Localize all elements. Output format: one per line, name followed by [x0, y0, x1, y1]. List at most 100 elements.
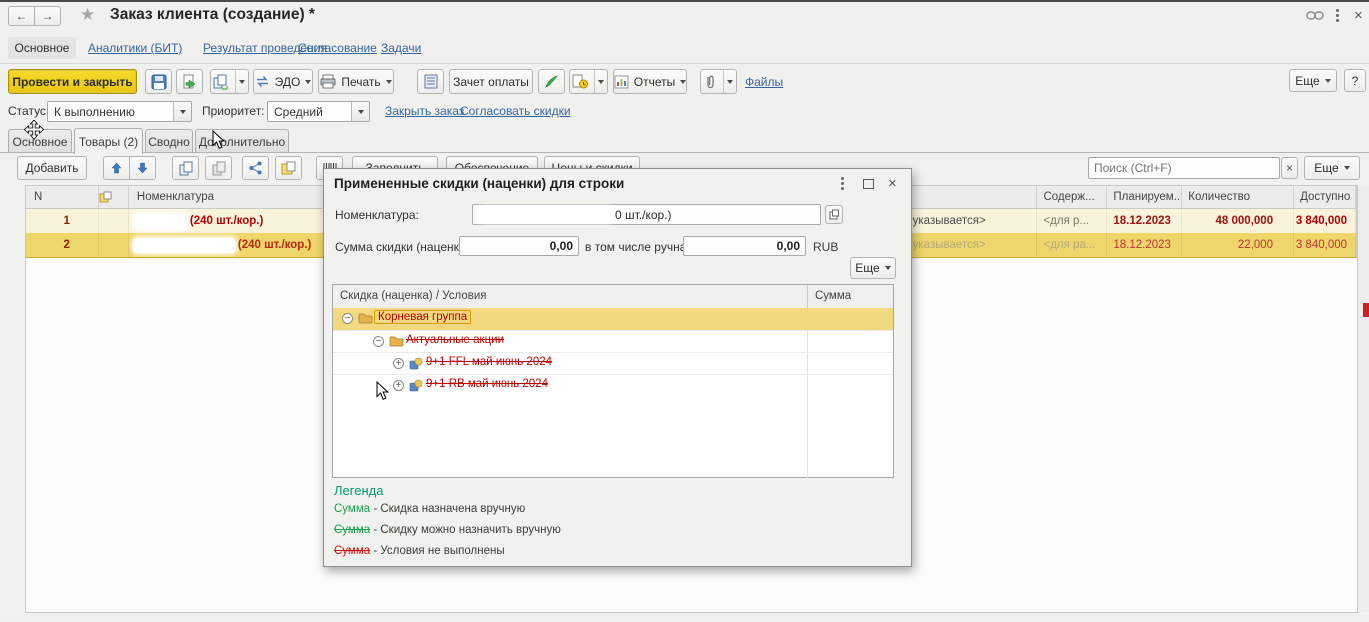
approve-discounts-link[interactable]: Согласовать скидки — [460, 104, 571, 118]
column-n[interactable]: N — [26, 186, 99, 208]
chevron-down-icon — [594, 70, 607, 93]
edo-label: ЭДО — [275, 75, 301, 89]
status-select[interactable]: К выполнению — [47, 101, 192, 122]
tab-goods-label: Товары (2) — [79, 135, 138, 149]
column-icon[interactable] — [99, 186, 129, 208]
more-label: Еще — [1295, 74, 1319, 88]
applied-discounts-dialog: Примененные скидки (наценки) для строки … — [323, 168, 912, 567]
dialog-maximize-icon[interactable] — [863, 179, 874, 189]
priority-value: Средний — [268, 105, 351, 119]
dialog-more-button[interactable]: Еще — [850, 257, 896, 279]
legend-text: - Скидку можно назначить вручную — [373, 524, 561, 536]
tree-row-root-group[interactable]: Корневая группа — [333, 308, 893, 330]
sign-button[interactable] — [538, 69, 565, 94]
open-nomenclature-button[interactable] — [825, 205, 843, 224]
collapse-icon[interactable] — [342, 313, 353, 324]
tree-row-rb-promo[interactable]: 9+1 RB май июнь 2024 — [333, 374, 893, 397]
document-list-icon — [424, 74, 438, 89]
status-bar: Статус: К выполнению Приоритет: Средний … — [0, 98, 1369, 126]
nav-link-analytics[interactable]: Аналитики (БИТ) — [88, 41, 182, 55]
back-button[interactable]: ← — [8, 6, 35, 26]
tab-additional[interactable]: Дополнительно — [195, 129, 289, 153]
priority-select[interactable]: Средний — [267, 101, 370, 122]
dialog-more-label: Еще — [855, 261, 879, 275]
nav-tab-main[interactable]: Основное — [8, 37, 76, 59]
edo-button[interactable]: ЭДО — [253, 69, 313, 94]
chevron-down-icon — [885, 266, 891, 270]
column-spec[interactable] — [905, 186, 1038, 208]
column-quantity[interactable]: Количество — [1182, 186, 1294, 208]
window-close-icon[interactable]: × — [1354, 9, 1363, 22]
expand-icon[interactable] — [393, 380, 404, 391]
create-based-on-button[interactable] — [210, 69, 249, 94]
tree-row-label: Актуальные акции — [406, 334, 504, 346]
nav-link-tasks[interactable]: Задачи — [381, 41, 421, 55]
collapse-icon[interactable] — [373, 336, 384, 347]
chevron-down-icon[interactable] — [351, 102, 369, 121]
row-number: 2 — [64, 239, 70, 251]
tree-row-ffl-promo[interactable]: 9+1 FFL май июнь 2024 — [333, 352, 893, 375]
legend-sample-not-met: Сумма — [334, 545, 370, 557]
discount-icon — [409, 357, 423, 373]
close-order-link[interactable]: Закрыть заказ — [385, 104, 464, 118]
redacted-nomenclature — [479, 207, 611, 222]
tree-column-discount[interactable]: Скидка (наценка) / Условия — [333, 285, 808, 308]
search-input[interactable] — [1088, 157, 1280, 179]
registers-button[interactable] — [417, 69, 444, 94]
favorite-star-icon[interactable]: ★ — [80, 5, 95, 25]
get-link-icon[interactable] — [1306, 10, 1324, 21]
print-button[interactable]: Печать — [318, 69, 394, 94]
tree-column-sum[interactable]: Сумма — [808, 285, 893, 308]
grid-more-button[interactable]: Еще — [1304, 156, 1360, 180]
tab-goods[interactable]: Товары (2) — [74, 128, 143, 154]
spec-value: указывается> — [913, 239, 986, 251]
expand-icon[interactable] — [393, 358, 404, 369]
add-row-button[interactable]: Добавить — [17, 156, 87, 180]
copy-row-button[interactable] — [172, 156, 199, 180]
attachments-button[interactable] — [700, 69, 737, 94]
status-label: Статус: — [8, 104, 49, 118]
spec-value: указывается> — [913, 215, 986, 227]
paste-row-button[interactable] — [205, 156, 232, 180]
paperclip-icon — [701, 74, 718, 90]
share-button[interactable] — [242, 156, 269, 180]
vertical-scrollbar[interactable] — [1357, 185, 1369, 612]
legend-text: - Условия не выполнены — [373, 545, 504, 557]
column-content[interactable]: Содерж... — [1037, 186, 1107, 208]
window-menu-kebab-icon[interactable] — [1336, 9, 1339, 12]
files-link[interactable]: Файлы — [745, 75, 783, 89]
post-document-button[interactable] — [176, 69, 203, 94]
chevron-down-icon — [386, 80, 392, 84]
pack-size: (240 шт./кор.) — [190, 215, 264, 227]
dialog-menu-kebab-icon[interactable] — [841, 177, 844, 180]
search-clear-button[interactable]: × — [1281, 157, 1298, 179]
nav-link-approval[interactable]: Согласование — [298, 41, 377, 55]
tree-row-label: Корневая группа — [374, 310, 471, 324]
move-up-button[interactable] — [103, 156, 130, 180]
available-value: 3 840,000 — [1296, 215, 1347, 227]
right-edge-marker — [1363, 303, 1369, 317]
chevron-down-icon[interactable] — [173, 102, 191, 121]
functional-options-button[interactable] — [275, 156, 302, 180]
dialog-nomenclature-input[interactable]: 0 шт./кор.) — [472, 204, 821, 225]
schedule-document-button[interactable] — [569, 69, 608, 94]
move-down-button[interactable] — [129, 156, 156, 180]
save-button[interactable] — [145, 69, 172, 94]
chevron-down-icon — [680, 80, 686, 84]
help-button[interactable]: ? — [1344, 69, 1366, 92]
column-planned[interactable]: Планируем... — [1107, 186, 1182, 208]
discount-sum-input[interactable] — [459, 236, 579, 256]
more-button[interactable]: Еще — [1289, 69, 1337, 92]
payment-offset-button[interactable]: Зачет оплаты — [449, 69, 533, 94]
forward-button[interactable]: → — [34, 6, 61, 26]
tree-row-actual-promos[interactable]: Актуальные акции — [333, 330, 893, 353]
legend-title: Легенда — [334, 483, 383, 498]
reports-button[interactable]: Отчеты — [613, 69, 687, 94]
tab-summary[interactable]: Сводно — [145, 129, 193, 153]
print-label: Печать — [341, 75, 380, 89]
manual-discount-input[interactable] — [683, 236, 806, 256]
dialog-close-icon[interactable]: × — [888, 177, 897, 190]
mouse-cursor — [212, 130, 225, 153]
post-and-close-button[interactable]: Провести и закрыть — [8, 69, 137, 94]
column-available[interactable]: Доступно — [1294, 186, 1356, 208]
